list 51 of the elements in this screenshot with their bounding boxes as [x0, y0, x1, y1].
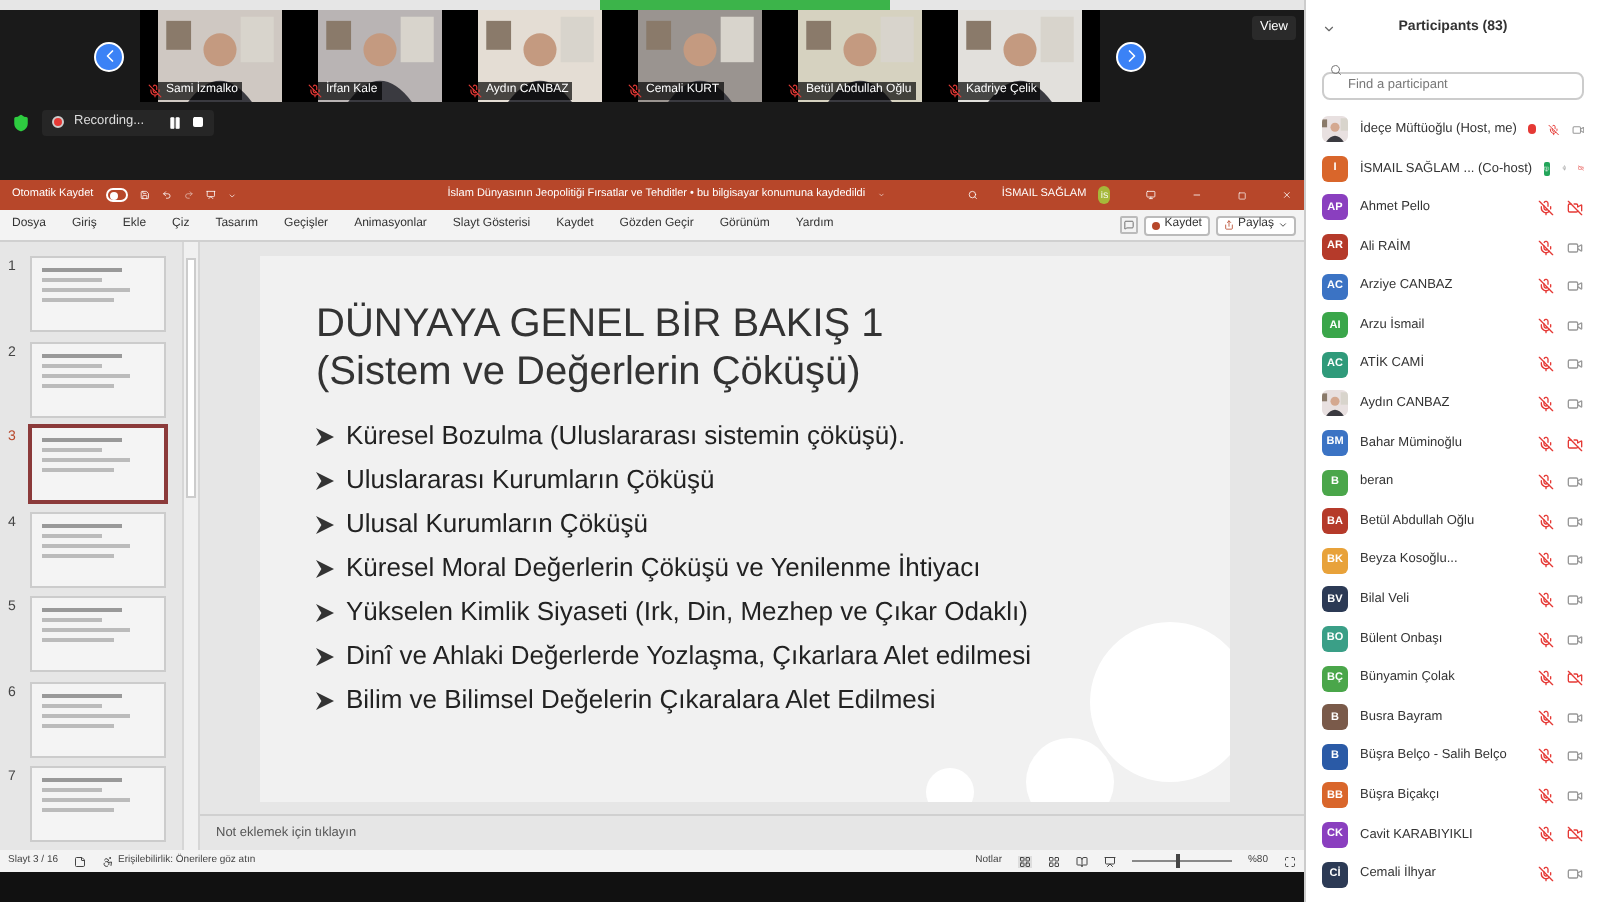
minimize-icon[interactable]	[1192, 188, 1203, 202]
slide-title: (Sistem ve Değerlerin Çöküşü)	[316, 348, 863, 396]
slide-thumbnail[interactable]	[32, 258, 164, 330]
presentation-icon[interactable]	[205, 188, 216, 202]
accessibility-icon[interactable]	[102, 855, 115, 867]
scrollbar[interactable]	[182, 242, 200, 850]
save-icon[interactable]	[140, 188, 151, 202]
redo-icon[interactable]	[183, 188, 194, 202]
bullet-arrow-icon	[316, 603, 334, 621]
search-icon[interactable]	[968, 188, 978, 202]
slide-title: DÜNYAYA GENEL BİR BAKIŞ 1	[316, 300, 886, 348]
bullet-text: Ulusal Kurumların Çöküşü	[346, 506, 649, 543]
security-icon	[12, 113, 30, 131]
bullet-arrow-icon	[316, 427, 334, 445]
bullet-text: Yükselen Kimlik Siyaseti (Irk, Din, Mezhep ve Çıkar Odaklı)	[346, 594, 1028, 631]
bullet-text: Bilim ve Bilimsel Değelerin Çıkaralara Alet Edilmesi	[346, 682, 936, 719]
stop-icon[interactable]	[192, 116, 204, 128]
autosave-toggle[interactable]	[105, 188, 129, 202]
pause-icon[interactable]	[168, 115, 182, 129]
slide-thumbnail[interactable]	[32, 768, 164, 841]
close-icon[interactable]	[1282, 188, 1293, 202]
share-icon	[1223, 220, 1234, 230]
slide-thumbnail[interactable]	[32, 683, 164, 756]
slide-thumbnail[interactable]	[32, 343, 164, 416]
previous-button[interactable]	[94, 41, 124, 71]
slide-thumbnail[interactable]	[32, 513, 164, 586]
slide-thumbnail[interactable]	[32, 598, 164, 671]
bullet-text: Küresel Bozulma (Uluslararası sistemin çöküşü).	[346, 418, 906, 455]
slideshow-icon[interactable]	[1103, 855, 1116, 867]
bullet-arrow-icon	[316, 515, 334, 533]
reading-view-icon[interactable]	[1075, 855, 1088, 867]
zoom-thumb[interactable]	[1176, 854, 1181, 868]
next-button[interactable]	[1116, 41, 1146, 71]
ribbon-display-icon[interactable]	[1146, 188, 1157, 202]
bullet-text: Uluslararası Kurumların Çöküşü	[346, 462, 715, 499]
maximize-icon[interactable]	[1238, 189, 1247, 201]
bullet-arrow-icon	[316, 647, 334, 665]
bullet-arrow-icon	[316, 559, 334, 577]
collapse-icon[interactable]	[1322, 21, 1336, 35]
bullet-text: Dinî ve Ahlaki Değerlerde Yozlaşma, Çıkarlara Alet edilmesi	[346, 638, 1032, 675]
caret-icon	[1278, 220, 1288, 230]
undo-icon[interactable]	[162, 188, 172, 202]
bullet-arrow-icon	[316, 471, 334, 489]
bullet-arrow-icon	[316, 691, 334, 709]
bullet-text: Küresel Moral Değerlerin Çöküşü ve Yenilenme İhtiyacı	[346, 550, 981, 587]
comments-icon[interactable]	[1120, 216, 1139, 234]
slide-sorter-icon[interactable]	[1047, 855, 1060, 867]
normal-view-icon[interactable]	[1017, 855, 1032, 867]
slide-thumbnail[interactable]	[32, 428, 164, 501]
customize-icon[interactable]	[227, 189, 236, 201]
search-icon	[1330, 64, 1342, 76]
